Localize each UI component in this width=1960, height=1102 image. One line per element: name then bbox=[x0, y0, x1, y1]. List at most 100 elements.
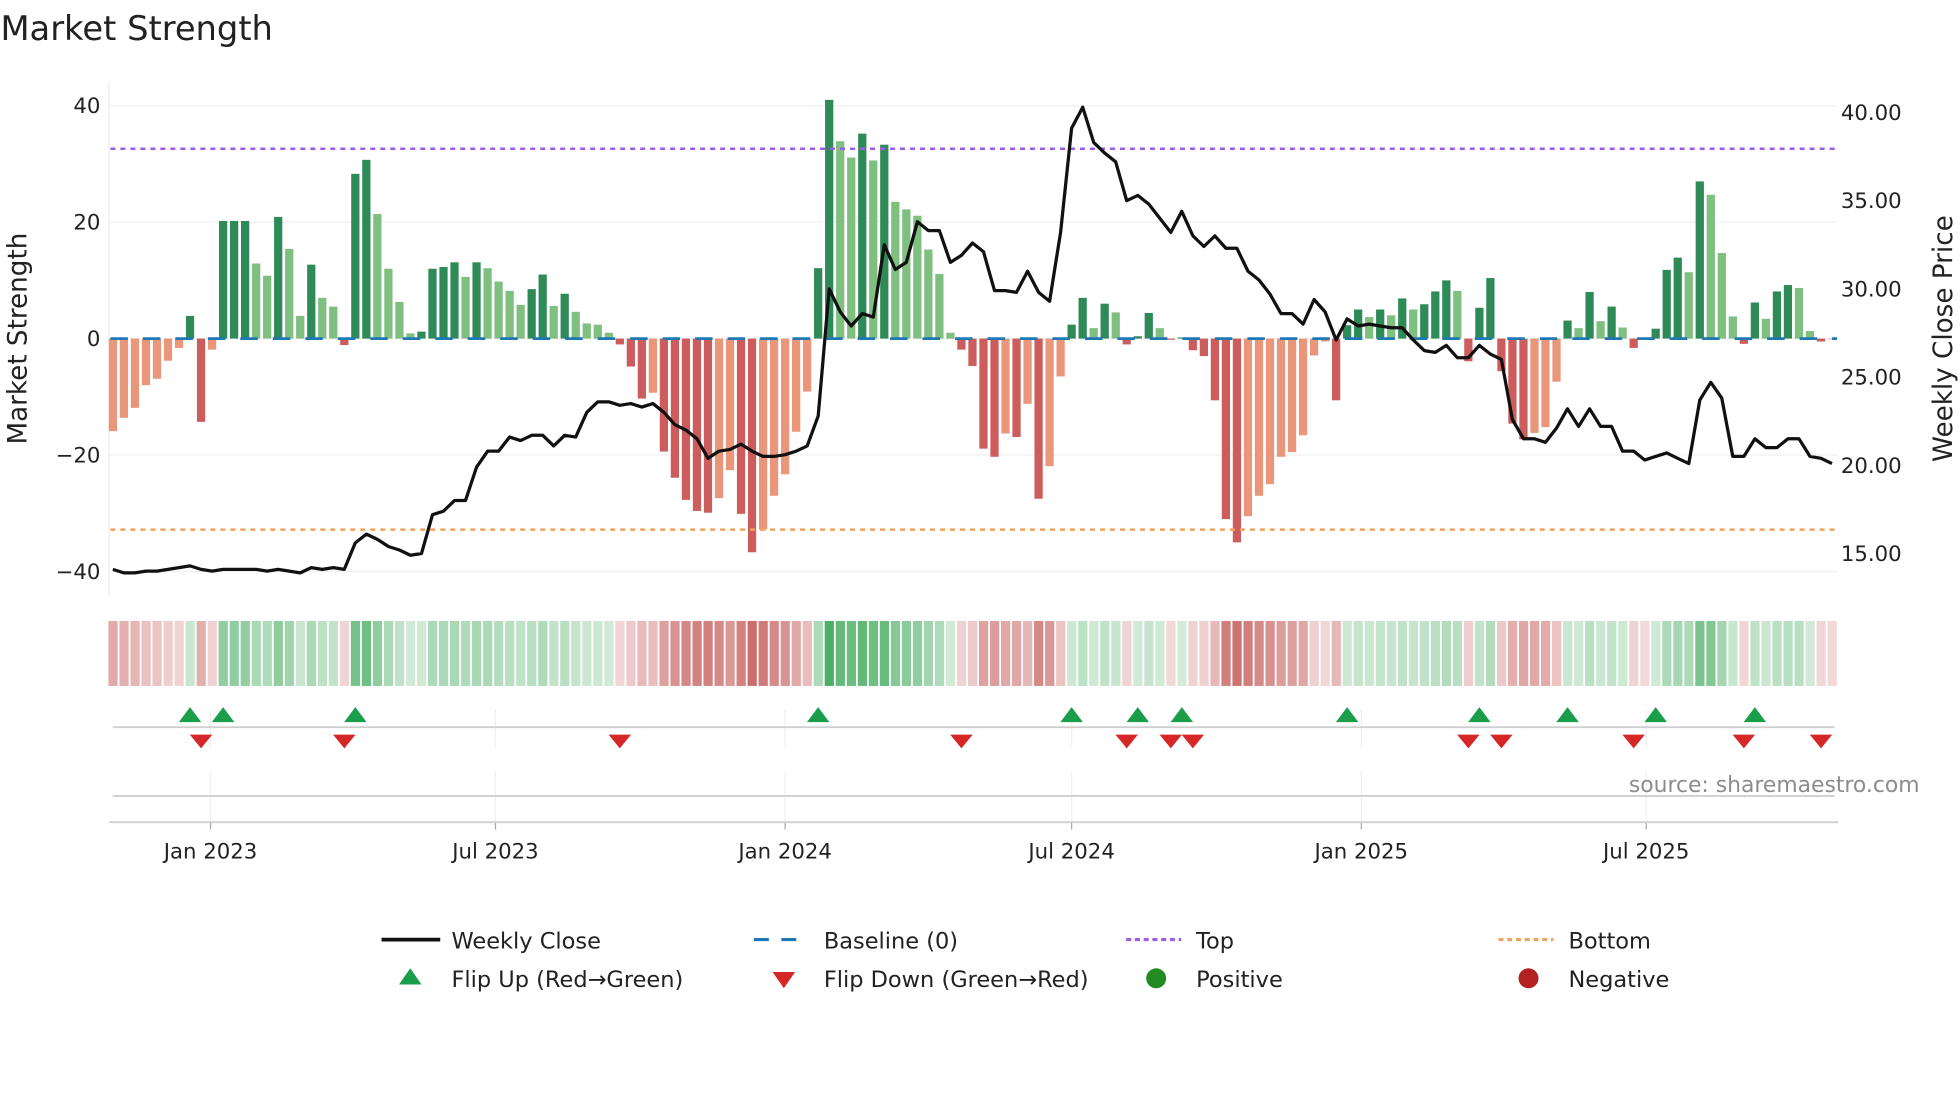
strength-bar-positive bbox=[395, 301, 404, 339]
heat-cell bbox=[207, 620, 217, 686]
strength-bar-positive bbox=[560, 293, 569, 339]
strength-bar-positive bbox=[1772, 291, 1782, 339]
strength-bar-positive bbox=[1453, 290, 1462, 339]
strength-bar-positive bbox=[1728, 316, 1737, 339]
heat-cell bbox=[1496, 620, 1507, 686]
flip-up-marker bbox=[1743, 707, 1767, 723]
heat-cell bbox=[1287, 620, 1297, 686]
strength-bar-positive bbox=[263, 275, 272, 339]
flip-up-marker bbox=[1170, 707, 1194, 723]
strength-bar-negative bbox=[1519, 338, 1528, 440]
strength-bar-negative bbox=[714, 338, 724, 499]
heat-cell bbox=[1243, 620, 1253, 686]
heat-cell bbox=[1408, 620, 1419, 686]
flip-up-marker bbox=[1335, 707, 1359, 723]
heat-cell bbox=[1607, 620, 1617, 686]
heat-cell bbox=[1001, 620, 1011, 686]
strength-bar-positive bbox=[880, 144, 889, 339]
heat-cell bbox=[1078, 620, 1088, 686]
heat-cell bbox=[648, 620, 658, 686]
heat-cell bbox=[835, 620, 845, 686]
flip-up-marker bbox=[1060, 707, 1083, 723]
strength-bar-negative bbox=[758, 338, 768, 530]
strength-bar-negative bbox=[119, 338, 129, 418]
strength-bars bbox=[108, 99, 1837, 553]
right-axis-ticks: 40.00 35.00 30.00 25.00 20.00 15.00 bbox=[1841, 101, 1902, 567]
flip-up-marker bbox=[1468, 707, 1491, 723]
heat-cell bbox=[108, 620, 118, 686]
strength-bar-positive bbox=[1585, 292, 1594, 339]
heat-cell bbox=[670, 620, 680, 686]
strength-bar-positive bbox=[229, 220, 239, 339]
heat-cell bbox=[879, 620, 890, 686]
heat-cell bbox=[218, 620, 228, 686]
heat-cell bbox=[571, 620, 581, 686]
heat-cell bbox=[637, 620, 647, 686]
strength-bar-negative bbox=[1243, 338, 1253, 517]
strength-bar-positive bbox=[505, 290, 514, 339]
heat-cell bbox=[780, 620, 790, 686]
x-axis: Jan 2023 Jul 2023 Jan 2024 Jul 2024 Jan 2025… bbox=[109, 821, 1839, 864]
strength-bar-positive bbox=[1662, 269, 1671, 339]
heat-cell bbox=[483, 620, 493, 686]
heat-cell bbox=[1012, 620, 1022, 686]
heat-cell bbox=[1794, 620, 1804, 686]
heat-cell bbox=[1441, 620, 1452, 686]
heat-cell bbox=[1585, 620, 1595, 686]
heat-cell bbox=[1375, 620, 1385, 686]
strength-bar-positive bbox=[329, 306, 338, 339]
heat-cell bbox=[1563, 620, 1573, 686]
strength-bar-positive bbox=[1783, 285, 1793, 339]
strength-bar-negative bbox=[141, 338, 151, 386]
strength-bar-negative bbox=[207, 338, 217, 350]
strength-bar-positive bbox=[946, 332, 955, 339]
strength-bar-positive bbox=[1078, 297, 1087, 339]
heat-cell bbox=[923, 620, 934, 686]
heat-cell bbox=[350, 620, 361, 686]
strength-bar-positive bbox=[274, 216, 283, 339]
heat-cell bbox=[1166, 620, 1176, 686]
heat-cell bbox=[813, 620, 823, 686]
strength-bar-positive bbox=[593, 324, 602, 339]
heat-cell bbox=[130, 620, 140, 686]
heat-cell bbox=[1067, 620, 1077, 686]
heat-cell bbox=[846, 620, 856, 686]
heat-cell bbox=[967, 620, 978, 686]
strength-bar-negative bbox=[968, 338, 977, 366]
strength-bar-negative bbox=[1254, 338, 1264, 496]
strength-bar-negative bbox=[174, 338, 184, 348]
legend-baseline: Baseline (0) bbox=[824, 928, 958, 954]
heat-cell bbox=[681, 620, 691, 686]
strength-bar-positive bbox=[318, 297, 327, 339]
heat-cell bbox=[1188, 620, 1198, 686]
strength-bar-positive bbox=[185, 315, 195, 339]
strength-bar-negative bbox=[736, 338, 746, 514]
strength-bar-positive bbox=[1761, 318, 1771, 339]
heat-cell bbox=[1772, 620, 1782, 686]
strength-bar-positive bbox=[516, 304, 525, 339]
strength-bar-positive bbox=[1717, 253, 1726, 339]
flip-up-marker bbox=[1644, 707, 1667, 723]
left-tick-label: −20 bbox=[56, 444, 101, 469]
heat-cell bbox=[1805, 620, 1815, 686]
positive-dot-icon bbox=[1146, 968, 1167, 989]
left-tick-label: −40 bbox=[56, 560, 101, 585]
strength-bar-negative bbox=[1298, 338, 1308, 436]
heat-cell bbox=[306, 620, 317, 686]
heat-cell bbox=[703, 620, 713, 686]
strength-bar-positive bbox=[373, 213, 382, 339]
heat-cell bbox=[1265, 620, 1275, 686]
strength-bar-negative bbox=[1034, 338, 1043, 499]
heat-cell bbox=[1706, 620, 1716, 686]
heat-cell bbox=[372, 620, 383, 686]
left-tick-label: 0 bbox=[87, 327, 101, 352]
negative-dot-icon bbox=[1518, 968, 1539, 989]
strength-bar-negative bbox=[1530, 338, 1539, 433]
heat-cell bbox=[494, 620, 504, 686]
legend-weekly-close: Weekly Close bbox=[451, 928, 600, 954]
heat-cell bbox=[714, 620, 724, 686]
heat-cell bbox=[1728, 620, 1738, 686]
heat-cell bbox=[1463, 620, 1474, 686]
heat-cell bbox=[1111, 620, 1121, 686]
strength-bar-positive bbox=[1794, 287, 1804, 339]
